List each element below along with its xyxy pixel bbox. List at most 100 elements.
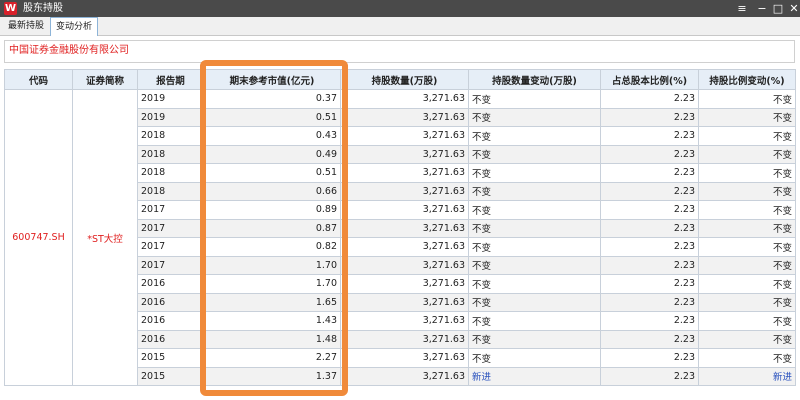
cell-market-value: 0.49 [203, 144, 341, 164]
cell-ratio-change: 不变 [698, 181, 796, 201]
menu-icon[interactable]: ≡ [732, 0, 752, 17]
cell-ratio: 2.23 [600, 200, 699, 220]
cell-shares: 3,271.63 [340, 311, 469, 331]
cell-period: 2017 [137, 218, 204, 238]
table-row[interactable]: 600747.SH *ST大控 2019 0.37 3,271.63 不变 2.23 不变 [4, 89, 796, 386]
cell-market-value: 1.70 [203, 255, 341, 275]
cell-shares: 3,271.63 [340, 366, 469, 386]
cell-ratio-change: 不变 [698, 255, 796, 275]
cell-ratio: 2.23 [600, 366, 699, 386]
cell-ratio: 2.23 [600, 274, 699, 294]
cell-shares: 3,271.63 [340, 89, 469, 109]
cell-ratio: 2.23 [600, 89, 699, 109]
cell-period: 2019 [137, 89, 204, 109]
cell-ratio: 2.23 [600, 292, 699, 312]
cell-share-change: 新进 [468, 366, 601, 386]
col-header-ratio[interactable]: 占总股本比例(%) [600, 69, 699, 90]
cell-period: 2017 [137, 255, 204, 275]
cell-ratio: 2.23 [600, 181, 699, 201]
cell-ratio-change: 不变 [698, 218, 796, 238]
cell-shares: 3,271.63 [340, 144, 469, 164]
cell-ratio-change: 新进 [698, 366, 796, 386]
company-name[interactable]: 中国证券金融股份有限公司 [9, 45, 129, 57]
cell-ratio: 2.23 [600, 218, 699, 238]
cell-ratio-change: 不变 [698, 292, 796, 312]
cell-period: 2016 [137, 292, 204, 312]
cell-ratio-change: 不变 [698, 163, 796, 183]
cell-period: 2016 [137, 311, 204, 331]
cell-shares: 3,271.63 [340, 218, 469, 238]
table-header-row: 代码 证券简称 报告期 期末参考市值(亿元) 持股数量(万股) 持股数量变动(万… [4, 69, 796, 90]
col-header-stock-name[interactable]: 证券简称 [72, 69, 138, 90]
tab-change-analysis[interactable]: 变动分析 [50, 17, 99, 36]
col-header-market-value[interactable]: 期末参考市值(亿元) [203, 69, 341, 90]
col-header-ratio-change[interactable]: 持股比例变动(%) [698, 69, 796, 90]
cell-shares: 3,271.63 [340, 329, 469, 349]
cell-market-value: 0.51 [203, 107, 341, 127]
cell-ratio: 2.23 [600, 348, 699, 368]
stock-code[interactable]: 600747.SH [4, 89, 73, 386]
col-header-code[interactable]: 代码 [4, 69, 73, 90]
cell-market-value: 0.37 [203, 89, 341, 109]
holdings-table: 代码 证券简称 报告期 期末参考市值(亿元) 持股数量(万股) 持股数量变动(万… [4, 69, 796, 386]
cell-share-change: 不变 [468, 292, 601, 312]
app-logo-icon: W [4, 2, 17, 15]
cell-ratio: 2.23 [600, 126, 699, 146]
cell-share-change: 不变 [468, 200, 601, 220]
cell-share-change: 不变 [468, 181, 601, 201]
cell-share-change: 不变 [468, 329, 601, 349]
cell-period: 2016 [137, 329, 204, 349]
company-selector[interactable]: 中国证券金融股份有限公司 [4, 40, 795, 63]
cell-ratio: 2.23 [600, 237, 699, 257]
cell-period: 2018 [137, 126, 204, 146]
cell-share-change: 不变 [468, 89, 601, 109]
cell-market-value: 1.65 [203, 292, 341, 312]
cell-share-change: 不变 [468, 163, 601, 183]
cell-market-value: 0.66 [203, 181, 341, 201]
cell-ratio-change: 不变 [698, 274, 796, 294]
cell-ratio: 2.23 [600, 107, 699, 127]
cell-shares: 3,271.63 [340, 163, 469, 183]
stock-name[interactable]: *ST大控 [72, 89, 138, 386]
cell-period: 2016 [137, 274, 204, 294]
cell-share-change: 不变 [468, 274, 601, 294]
tab-latest-holdings[interactable]: 最新持股 [3, 18, 49, 34]
cell-ratio-change: 不变 [698, 348, 796, 368]
cell-market-value: 1.37 [203, 366, 341, 386]
cell-period: 2019 [137, 107, 204, 127]
cell-share-change: 不变 [468, 218, 601, 238]
cell-ratio-change: 不变 [698, 89, 796, 109]
cell-share-change: 不变 [468, 311, 601, 331]
cell-period: 2018 [137, 144, 204, 164]
cell-market-value: 0.87 [203, 218, 341, 238]
cell-shares: 3,271.63 [340, 181, 469, 201]
col-header-share-change[interactable]: 持股数量变动(万股) [468, 69, 601, 90]
cell-share-change: 不变 [468, 107, 601, 127]
tab-bar: 最新持股 变动分析 [0, 17, 800, 36]
cell-shares: 3,271.63 [340, 200, 469, 220]
cell-shares: 3,271.63 [340, 126, 469, 146]
col-header-period[interactable]: 报告期 [137, 69, 204, 90]
cell-ratio: 2.23 [600, 144, 699, 164]
cell-ratio-change: 不变 [698, 200, 796, 220]
cell-ratio-change: 不变 [698, 237, 796, 257]
cell-market-value: 0.51 [203, 163, 341, 183]
cell-period: 2015 [137, 348, 204, 368]
close-button[interactable]: ✕ [784, 0, 800, 17]
cell-shares: 3,271.63 [340, 348, 469, 368]
cell-ratio: 2.23 [600, 311, 699, 331]
cell-share-change: 不变 [468, 237, 601, 257]
cell-ratio-change: 不变 [698, 329, 796, 349]
cell-ratio: 2.23 [600, 329, 699, 349]
window-titlebar: W 股东持股 ≡ − □ ✕ [0, 0, 800, 17]
cell-share-change: 不变 [468, 144, 601, 164]
cell-market-value: 0.89 [203, 200, 341, 220]
cell-shares: 3,271.63 [340, 107, 469, 127]
cell-period: 2017 [137, 237, 204, 257]
window-title: 股东持股 [23, 3, 63, 14]
col-header-shares[interactable]: 持股数量(万股) [340, 69, 469, 90]
cell-shares: 3,271.63 [340, 274, 469, 294]
cell-shares: 3,271.63 [340, 237, 469, 257]
cell-share-change: 不变 [468, 126, 601, 146]
cell-ratio: 2.23 [600, 163, 699, 183]
